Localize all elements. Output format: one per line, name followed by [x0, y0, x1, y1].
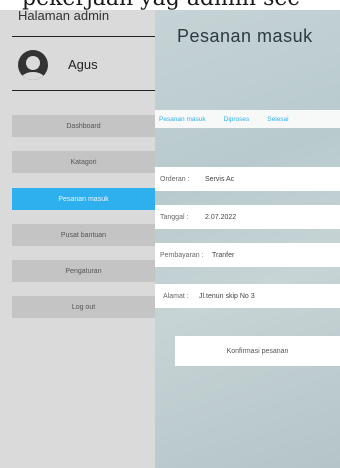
nav-log-out[interactable]: Log out	[12, 296, 155, 318]
admin-title: Halaman admin	[18, 8, 110, 23]
user-avatar-icon	[18, 50, 48, 80]
date-label: Tanggal :	[160, 213, 189, 221]
order-value: Servis Ac	[205, 175, 235, 183]
confirm-order-button[interactable]: Konfirmasi pesanan	[175, 336, 340, 366]
order-field: Orderan : Servis Ac	[155, 167, 340, 191]
divider	[12, 90, 155, 91]
tab-diproses[interactable]: Diproses	[224, 116, 250, 123]
date-value: 2.07.2022	[205, 213, 237, 221]
order-label: Orderan :	[160, 175, 190, 183]
tab-selesai[interactable]: Selesai	[267, 116, 288, 123]
nav-pusat-bantuan[interactable]: Pusat bantuan	[12, 224, 155, 246]
address-field: Alamat : Jl.tenun skip No 3	[155, 284, 340, 308]
divider	[12, 36, 155, 37]
tab-pesanan-masuk[interactable]: Pesanan masuk	[159, 116, 206, 123]
tab-bar: Pesanan masuk Diproses Selesai	[155, 110, 340, 128]
nav-pengaturan[interactable]: Pengaturan	[12, 260, 155, 282]
nav-pesanan-masuk[interactable]: Pesanan masuk	[12, 188, 155, 210]
payment-field: Pembayaran : Tranfer	[155, 243, 340, 267]
nav-dashboard[interactable]: Dashboard	[12, 115, 155, 137]
page-title: Pesanan masuk	[177, 26, 313, 46]
sidebar: Halaman admin Agus Dashboard Katagori Pe…	[0, 8, 155, 468]
date-field: Tanggal : 2.07.2022	[155, 205, 340, 229]
address-value: Jl.tenun skip No 3	[199, 292, 255, 300]
address-label: Alamat :	[163, 292, 189, 300]
payment-value: Tranfer	[212, 251, 235, 259]
username: Agus	[68, 57, 98, 72]
main-panel: Pesanan masuk Pesanan masuk Diproses Sel…	[155, 10, 340, 468]
nav-katagori[interactable]: Katagori	[12, 151, 155, 173]
payment-label: Pembayaran :	[160, 251, 204, 259]
